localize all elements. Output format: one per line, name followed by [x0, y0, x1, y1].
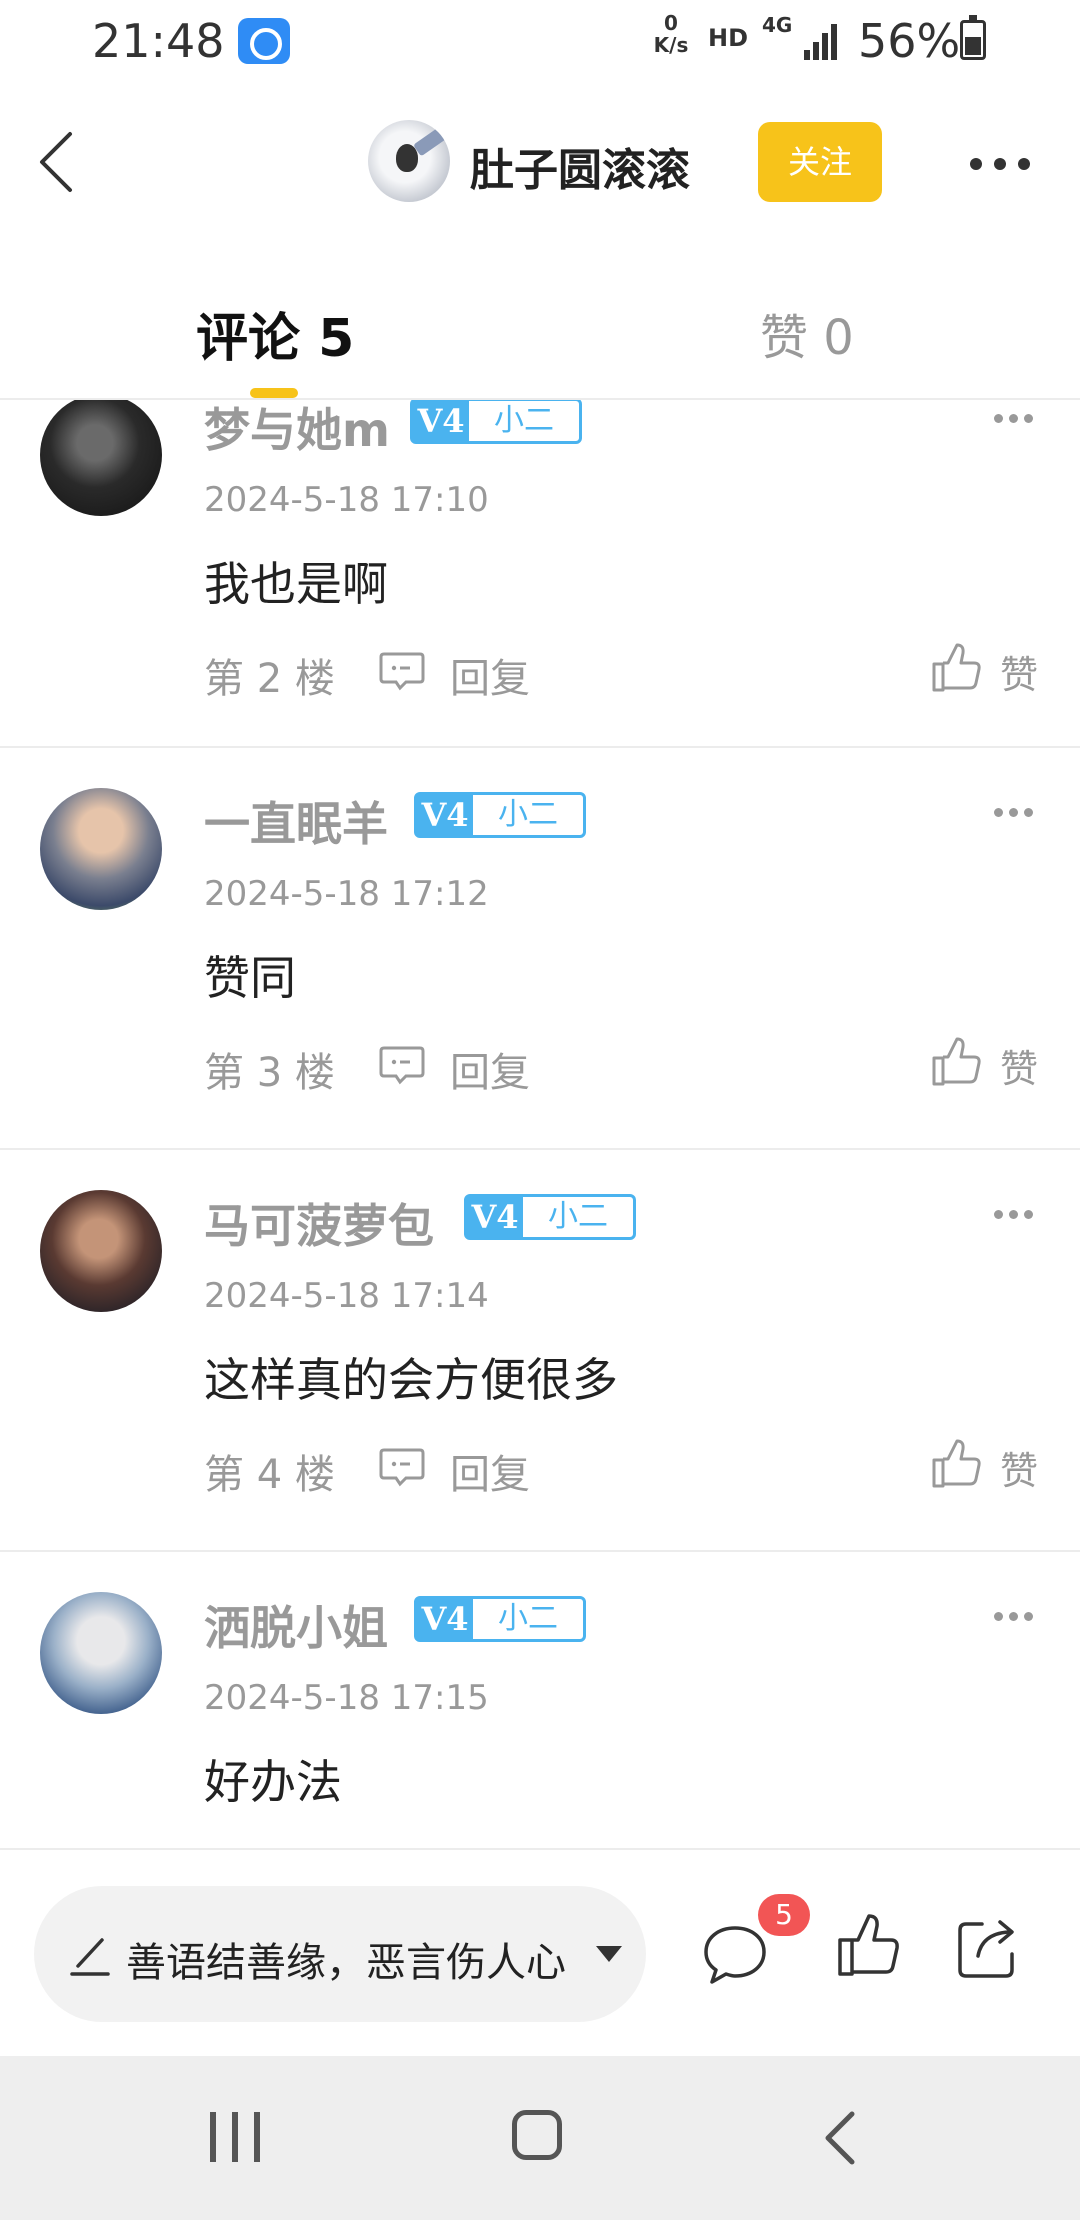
level-value: V4 [467, 1197, 523, 1237]
level-rank: 小二 [498, 1601, 558, 1636]
network-speed-unit: K/s [653, 33, 689, 57]
comment-time: 2024-5-18 17:12 [204, 874, 489, 914]
comment-more-icon[interactable] [994, 1612, 1034, 1624]
reply-label: 回复 [450, 656, 530, 702]
avatar[interactable] [40, 400, 162, 516]
comment-count-badge: 5 [758, 1894, 810, 1936]
hd-indicator: HD [708, 24, 749, 52]
level-value: V4 [413, 401, 469, 441]
share-icon[interactable] [954, 1914, 1020, 1980]
reply-icon [379, 1448, 425, 1487]
author-avatar[interactable] [368, 120, 450, 202]
dropdown-caret-icon[interactable] [596, 1946, 622, 1962]
level-badge: V4 小二 [410, 400, 582, 444]
thumbs-up-icon [932, 1037, 981, 1086]
level-rank: 小二 [548, 1199, 608, 1234]
comment-more-icon[interactable] [994, 414, 1034, 426]
comment-list[interactable]: 梦与她m V4 小二 2024-5-18 17:10 我也是啊 第 2 楼 回复… [0, 400, 1080, 1850]
comment-username[interactable]: 一直眠羊 [204, 788, 388, 854]
comment-item: 洒脱小姐 V4 小二 2024-5-18 17:15 好办法 [0, 1552, 1080, 1850]
thumbs-up-icon [932, 1439, 981, 1488]
comment-time: 2024-5-18 17:14 [204, 1276, 489, 1316]
signal-icon [804, 20, 844, 60]
comment-text: 好办法 [204, 1755, 342, 1809]
level-badge: V4 小二 [414, 1596, 586, 1642]
comment-time: 2024-5-18 17:10 [204, 480, 489, 520]
more-options-icon[interactable] [970, 156, 1030, 172]
comment-item: 马可菠萝包 V4 小二 2024-5-18 17:14 这样真的会方便很多 第 … [0, 1150, 1080, 1552]
level-rank: 小二 [494, 403, 554, 438]
reply-button[interactable]: 回复 [378, 1442, 538, 1498]
floor-number: 第 4 楼 [204, 1452, 335, 1498]
comment-text: 赞同 [204, 951, 296, 1005]
like-button[interactable]: 赞 [930, 642, 1050, 698]
floor-number: 第 2 楼 [204, 656, 335, 702]
alarm-icon [238, 18, 290, 64]
reply-icon [379, 1046, 425, 1085]
comment-text: 这样真的会方便很多 [204, 1353, 618, 1407]
network-type: 4G [762, 13, 793, 37]
reply-button[interactable]: 回复 [378, 1040, 538, 1096]
follow-button[interactable]: 关注 [758, 122, 882, 202]
battery-percent: 56% [858, 14, 961, 68]
tab-comments[interactable]: 评论 5 [196, 296, 354, 371]
like-button[interactable]: 赞 [930, 1036, 1050, 1092]
system-nav-bar [0, 2056, 1080, 2220]
comment-time: 2024-5-18 17:15 [204, 1678, 489, 1718]
network-speed: 0 K/s [646, 12, 696, 56]
comment-text: 我也是啊 [204, 557, 388, 611]
thumbs-up-icon [932, 643, 981, 692]
level-rank: 小二 [498, 797, 558, 832]
recent-apps-icon[interactable] [210, 2112, 262, 2162]
avatar[interactable] [40, 788, 162, 910]
active-tab-indicator [250, 388, 298, 398]
status-bar: 21:48 0 K/s HD 4G 56% [0, 0, 1080, 82]
battery-icon [960, 15, 986, 60]
clock: 21:48 [92, 14, 225, 68]
author-name[interactable]: 肚子圆滚滚 [470, 134, 690, 198]
reply-icon [379, 652, 425, 691]
comment-item: 梦与她m V4 小二 2024-5-18 17:10 我也是啊 第 2 楼 回复… [0, 400, 1080, 748]
network-speed-value: 0 [664, 11, 678, 35]
level-badge: V4 小二 [414, 792, 586, 838]
level-badge: V4 小二 [464, 1194, 636, 1240]
comment-username[interactable]: 马可菠萝包 [204, 1190, 434, 1256]
level-value: V4 [417, 795, 473, 835]
comment-more-icon[interactable] [994, 808, 1034, 820]
header: 肚子圆滚滚 关注 [0, 82, 1080, 242]
avatar[interactable] [40, 1190, 162, 1312]
level-value: V4 [417, 1599, 473, 1639]
bottom-action-bar: 善语结善缘，恶言伤人心 5 [0, 1850, 1080, 2056]
tab-bar: 评论 5 赞 0 [0, 242, 1080, 400]
reply-label: 回复 [450, 1452, 530, 1498]
comment-username[interactable]: 洒脱小姐 [204, 1592, 388, 1658]
like-label: 赞 [1000, 1047, 1039, 1091]
reply-button[interactable]: 回复 [378, 646, 538, 702]
like-button[interactable]: 赞 [930, 1438, 1050, 1494]
back-arrow-icon[interactable] [36, 130, 76, 194]
home-icon[interactable] [512, 2110, 562, 2160]
floor-number: 第 3 楼 [204, 1050, 335, 1096]
comment-input-placeholder: 善语结善缘，恶言伤人心 [126, 1940, 566, 1986]
like-label: 赞 [1000, 653, 1039, 697]
comment-item: 一直眠羊 V4 小二 2024-5-18 17:12 赞同 第 3 楼 回复 赞 [0, 748, 1080, 1150]
comment-more-icon[interactable] [994, 1210, 1034, 1222]
tab-likes[interactable]: 赞 0 [760, 298, 854, 368]
avatar[interactable] [40, 1592, 162, 1714]
system-back-icon[interactable] [820, 2110, 860, 2166]
comment-bubble-icon[interactable] [700, 1922, 770, 1988]
comment-username[interactable]: 梦与她m [204, 400, 390, 460]
reply-label: 回复 [450, 1050, 530, 1096]
like-post-icon[interactable] [836, 1912, 900, 1978]
comment-input[interactable]: 善语结善缘，恶言伤人心 [34, 1886, 646, 2022]
pen-icon [70, 1938, 110, 1976]
like-label: 赞 [1000, 1449, 1039, 1493]
